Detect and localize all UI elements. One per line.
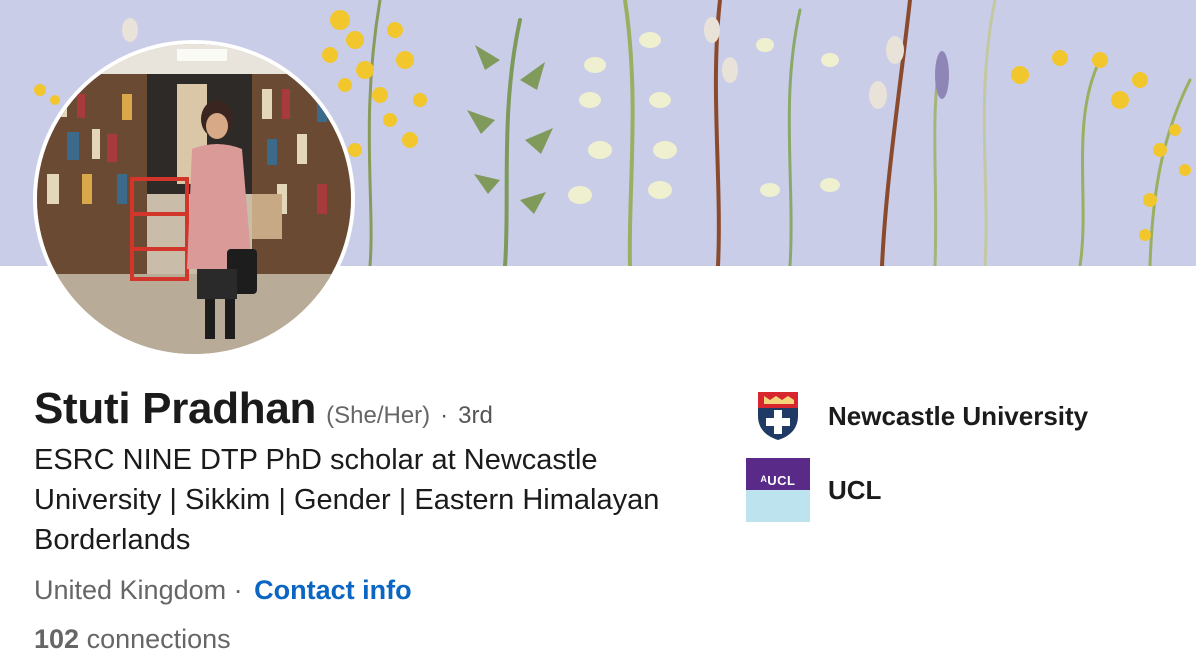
education-item-newcastle[interactable]: Newcastle University — [746, 384, 1088, 448]
connections-label: connections — [86, 624, 231, 654]
profile-avatar[interactable] — [33, 40, 355, 358]
name-separator: · — [440, 402, 449, 429]
profile-top-card: Stuti Pradhan (She/Her) · 3rd ESRC NINE … — [0, 0, 1196, 672]
profile-headline: ESRC NINE DTP PhD scholar at Newcastle U… — [34, 444, 660, 556]
connections-count: 102 — [34, 624, 80, 654]
profile-location: United Kingdom — [34, 575, 227, 605]
location-row: United Kingdom · Contact info — [34, 575, 412, 606]
name-row: Stuti Pradhan (She/Her) · 3rd — [34, 384, 493, 434]
education-name: Newcastle University — [828, 400, 1089, 431]
location-separator: · — [233, 575, 243, 605]
ucl-logo-icon: ᴬUCL — [746, 458, 810, 522]
profile-name: Stuti Pradhan — [34, 384, 317, 433]
contact-info-link[interactable]: Contact info — [254, 575, 411, 605]
profile-pronouns: (She/Her) — [326, 402, 431, 429]
education-item-ucl[interactable]: ᴬUCL UCL — [746, 458, 881, 522]
ucl-logo-text: ᴬUCL — [746, 458, 810, 490]
newcastle-university-crest-icon — [746, 384, 810, 448]
education-name: UCL — [828, 474, 882, 505]
connections-row[interactable]: 102 connections — [34, 624, 231, 655]
connection-degree: 3rd — [458, 402, 493, 429]
avatar-photo — [37, 44, 351, 354]
